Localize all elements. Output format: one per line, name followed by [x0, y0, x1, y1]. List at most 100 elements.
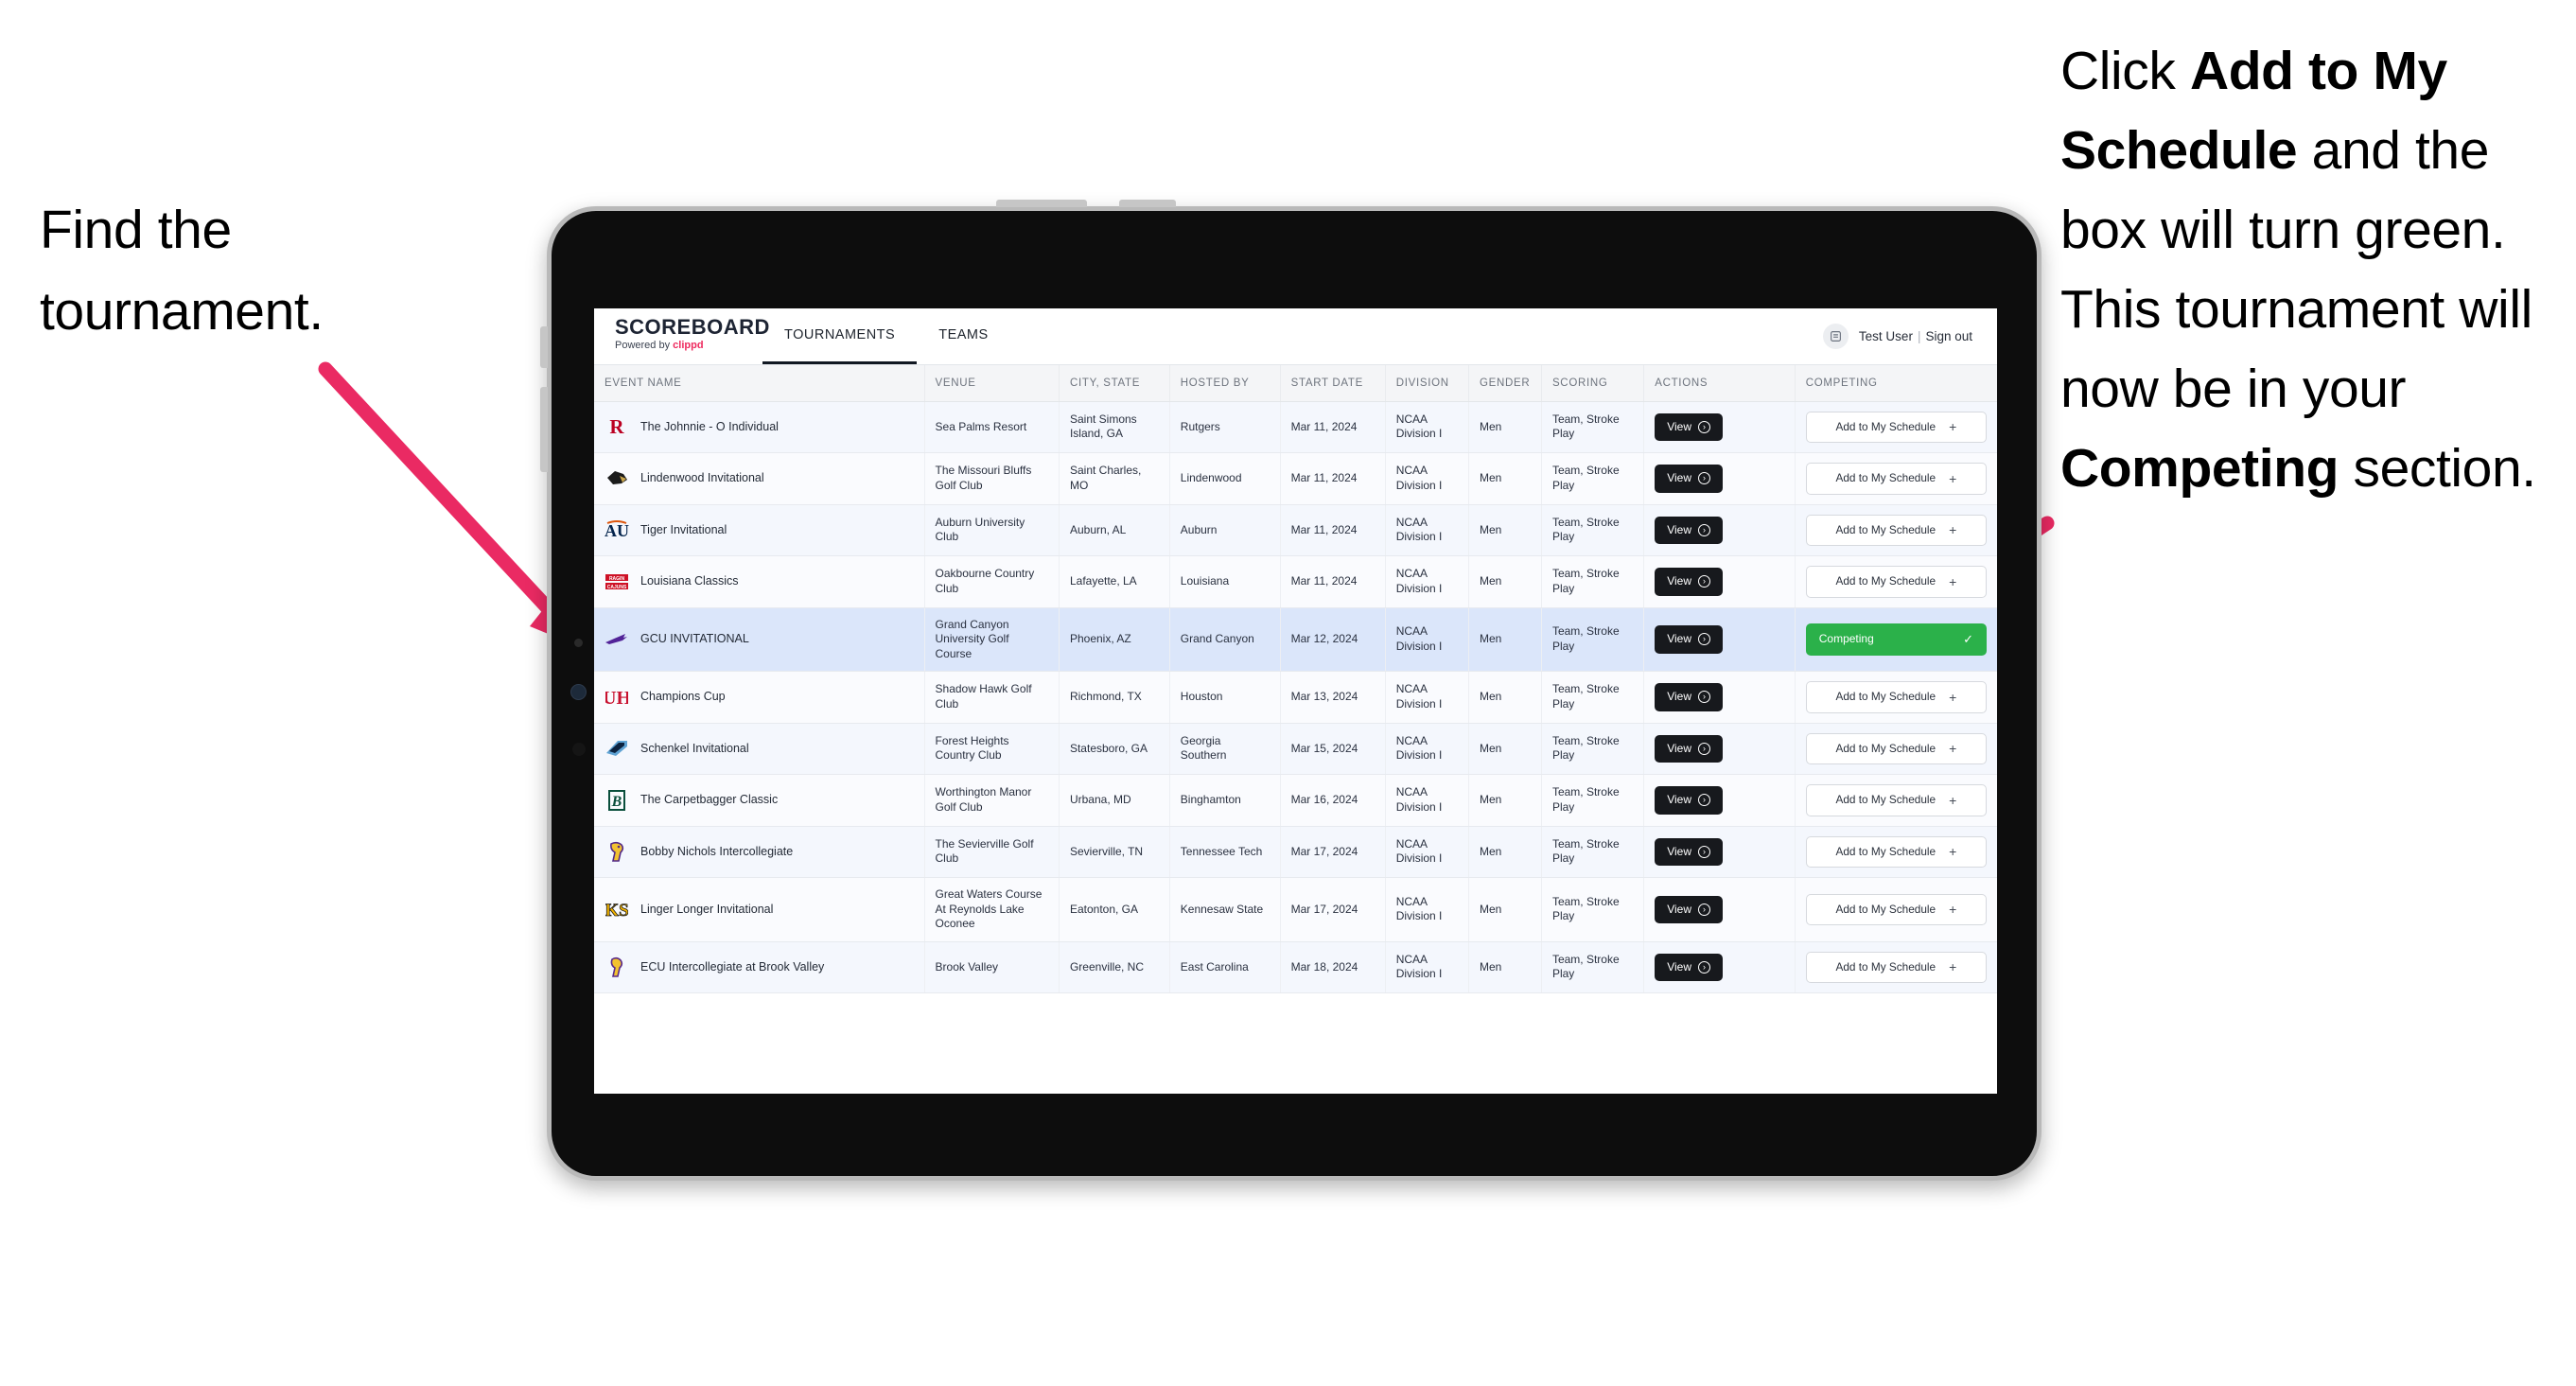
table-row[interactable]: AU Tiger Invitational Auburn University … — [594, 504, 1997, 556]
cell-actions: View › — [1643, 504, 1796, 556]
table-row[interactable]: RAGIN CAJUNS Louisiana Classics Oakbourne… — [594, 555, 1997, 608]
cell-actions: View › — [1643, 452, 1796, 505]
tab-tournaments-label: TOURNAMENTS — [784, 327, 896, 342]
sign-out-link[interactable]: Sign out — [1925, 329, 1972, 343]
annotation-right: Click Add to My Schedule and the box wil… — [2060, 31, 2576, 508]
cell-event-name: ECU Intercollegiate at Brook Valley — [594, 941, 925, 993]
col-competing[interactable]: COMPETING — [1795, 365, 1997, 402]
table-row[interactable]: Lindenwood Invitational The Missouri Blu… — [594, 452, 1997, 505]
add-to-my-schedule-button[interactable]: Add to My Schedule + — [1805, 514, 1987, 546]
view-button[interactable]: View › — [1655, 683, 1723, 711]
view-button[interactable]: View › — [1655, 412, 1723, 441]
view-button-label: View — [1667, 844, 1691, 858]
cell-event-name: Bobby Nichols Intercollegiate — [594, 826, 925, 878]
table-row[interactable]: KS Linger Longer Invitational Great Wate… — [594, 877, 1997, 942]
add-to-my-schedule-button[interactable]: Add to My Schedule + — [1805, 681, 1987, 713]
view-button[interactable]: View › — [1655, 953, 1723, 981]
user-avatar-icon[interactable] — [1822, 324, 1849, 349]
table-header-row: EVENT NAME VENUE CITY, STATE HOSTED BY S… — [594, 365, 1997, 402]
col-hosted-by[interactable]: HOSTED BY — [1169, 365, 1281, 402]
col-event-name[interactable]: EVENT NAME — [594, 365, 925, 402]
annotation-left-line2: tournament. — [40, 281, 324, 342]
tablet-top-button-2[interactable] — [1119, 200, 1176, 207]
user-name: Test User — [1858, 329, 1913, 343]
add-to-my-schedule-button[interactable]: Add to My Schedule + — [1805, 411, 1987, 443]
add-to-my-schedule-button[interactable]: Add to My Schedule + — [1805, 463, 1987, 495]
cell-scoring: Team, Stroke Play — [1541, 826, 1645, 878]
table-row[interactable]: UH Champions Cup Shadow Hawk Golf Club R… — [594, 671, 1997, 724]
tablet-mic-dot — [572, 743, 586, 756]
col-venue[interactable]: VENUE — [924, 365, 1060, 402]
view-button[interactable]: View › — [1655, 734, 1723, 763]
view-button[interactable]: View › — [1655, 786, 1723, 815]
view-button[interactable]: View › — [1655, 837, 1723, 866]
tablet-volume-up-button[interactable] — [540, 326, 548, 368]
plus-icon: + — [1949, 573, 1957, 589]
col-scoring[interactable]: SCORING — [1541, 365, 1645, 402]
competing-button[interactable]: Competing ✓ — [1805, 623, 1987, 656]
col-actions[interactable]: ACTIONS — [1643, 365, 1796, 402]
add-to-my-schedule-button[interactable]: Add to My Schedule + — [1805, 732, 1987, 764]
tablet-volume-down-button[interactable] — [540, 387, 548, 472]
cell-division: NCAA Division I — [1385, 504, 1470, 556]
brand-logo[interactable]: SCOREBOARD Powered by clippd — [594, 308, 769, 364]
arrow-right-circle-icon: › — [1698, 794, 1710, 807]
cell-competing: Add to My Schedule + — [1795, 774, 1997, 827]
table-body: R The Johnnie - O Individual Sea Palms R… — [594, 401, 1997, 993]
cell-hosted-by: Grand Canyon — [1169, 607, 1281, 672]
table-row[interactable]: Bobby Nichols Intercollegiate The Sevier… — [594, 826, 1997, 878]
cell-hosted-by: Louisiana — [1169, 555, 1281, 608]
cell-division: NCAA Division I — [1385, 723, 1470, 775]
georgia-southern-logo — [605, 736, 629, 761]
kennesaw-state-logo: KS — [605, 897, 629, 921]
view-button-label: View — [1667, 632, 1691, 645]
col-division[interactable]: DIVISION — [1385, 365, 1470, 402]
table-row[interactable]: Schenkel Invitational Forest Heights Cou… — [594, 723, 1997, 775]
add-to-my-schedule-label: Add to My Schedule — [1835, 419, 1936, 433]
table-row[interactable]: R The Johnnie - O Individual Sea Palms R… — [594, 401, 1997, 453]
col-city-state[interactable]: CITY, STATE — [1059, 365, 1170, 402]
header-user-area: Test User | Sign out — [1822, 308, 1997, 364]
cell-city-state: Richmond, TX — [1059, 671, 1170, 724]
add-to-my-schedule-label: Add to My Schedule — [1835, 522, 1936, 536]
add-to-my-schedule-button[interactable]: Add to My Schedule + — [1805, 784, 1987, 816]
tablet-device: SCOREBOARD Powered by clippd TOURNAMENTS… — [540, 200, 2042, 1181]
table-row[interactable]: B The Carpetbagger Classic Worthington M… — [594, 774, 1997, 827]
table-row[interactable]: ECU Intercollegiate at Brook Valley Broo… — [594, 941, 1997, 993]
view-button[interactable]: View › — [1655, 516, 1723, 544]
tennessee-tech-logo — [605, 839, 629, 864]
add-to-my-schedule-label: Add to My Schedule — [1835, 690, 1936, 703]
view-button-label: View — [1667, 902, 1691, 916]
add-to-my-schedule-label: Add to My Schedule — [1835, 741, 1936, 755]
view-button[interactable]: View › — [1655, 568, 1723, 596]
svg-text:B: B — [611, 794, 622, 810]
table-row[interactable]: GCU INVITATIONAL Grand Canyon University… — [594, 607, 1997, 672]
svg-text:CAJUNS: CAJUNS — [607, 585, 627, 590]
view-button[interactable]: View › — [1655, 625, 1723, 654]
brand-powered-name: clippd — [673, 340, 704, 351]
view-button[interactable]: View › — [1655, 895, 1723, 923]
brand-powered-prefix: Powered by — [615, 340, 674, 351]
add-to-my-schedule-button[interactable]: Add to My Schedule + — [1805, 835, 1987, 868]
add-to-my-schedule-button[interactable]: Add to My Schedule + — [1805, 951, 1987, 983]
arrow-right-circle-icon: › — [1698, 691, 1710, 704]
view-button[interactable]: View › — [1655, 465, 1723, 493]
add-to-my-schedule-button[interactable]: Add to My Schedule + — [1805, 566, 1987, 598]
add-to-my-schedule-button[interactable]: Add to My Schedule + — [1805, 893, 1987, 925]
arrow-right-circle-icon: › — [1698, 845, 1710, 858]
col-start-date[interactable]: START DATE — [1280, 365, 1386, 402]
cell-competing: Add to My Schedule + — [1795, 723, 1997, 775]
col-gender[interactable]: GENDER — [1468, 365, 1542, 402]
cell-event-name: Schenkel Invitational — [594, 723, 925, 775]
cell-scoring: Team, Stroke Play — [1541, 504, 1645, 556]
cell-venue: Worthington Manor Golf Club — [924, 774, 1060, 827]
cell-hosted-by: Auburn — [1169, 504, 1281, 556]
cell-event-name: B The Carpetbagger Classic — [594, 774, 925, 827]
cell-start-date: Mar 11, 2024 — [1280, 555, 1386, 608]
cell-start-date: Mar 12, 2024 — [1280, 607, 1386, 672]
cell-hosted-by: East Carolina — [1169, 941, 1281, 993]
tab-tournaments[interactable]: TOURNAMENTS — [762, 308, 918, 364]
tab-teams[interactable]: TEAMS — [917, 308, 1009, 364]
cell-start-date: Mar 11, 2024 — [1280, 452, 1386, 505]
tablet-top-button-1[interactable] — [996, 200, 1087, 207]
